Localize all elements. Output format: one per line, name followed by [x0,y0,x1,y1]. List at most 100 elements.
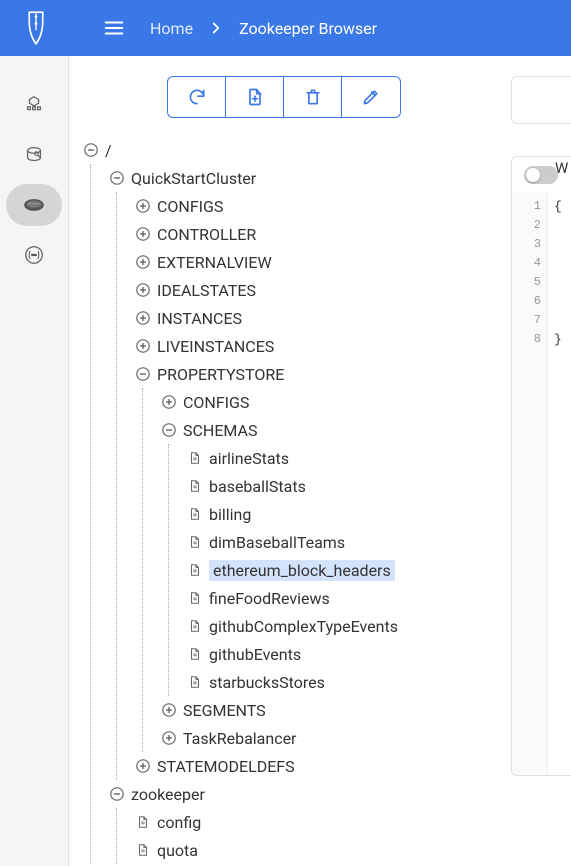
node-label: zookeeper [131,785,205,804]
sidebar-item-swagger[interactable] [6,234,62,276]
detail-panel: 12345678 { } W [499,56,571,866]
sidebar-item-zookeeper[interactable] [6,184,62,226]
collapse-icon[interactable] [107,168,127,188]
tree-node[interactable]: baseballStats [185,472,499,500]
breadcrumb-current: Zookeeper Browser [239,19,377,38]
node-label: githubEvents [209,645,301,664]
sidebar-item-query[interactable] [6,134,62,176]
tree-node[interactable]: INSTANCES [133,304,499,332]
line-number: 6 [512,294,541,313]
code-gutter: 12345678 [512,193,548,775]
code-card: 12345678 { } [511,156,571,776]
expand-icon[interactable] [133,252,153,272]
expand-icon[interactable] [159,728,179,748]
collapse-icon[interactable] [107,784,127,804]
tree-root-node[interactable]: / [81,136,499,164]
tree-node[interactable]: starbucksStores [185,668,499,696]
node-label: starbucksStores [209,673,325,692]
tree-node[interactable]: fineFoodReviews [185,584,499,612]
file-icon [185,588,205,608]
tree-node[interactable]: githubEvents [185,640,499,668]
node-label: STATEMODELDEFS [157,757,295,776]
tree-node[interactable]: airlineStats [185,444,499,472]
tree-node[interactable]: CONTROLLER [133,220,499,248]
partial-label: W [555,159,568,177]
collapse-icon[interactable] [133,364,153,384]
tree-node[interactable]: billing [185,500,499,528]
tree-node[interactable]: quota [133,836,499,864]
file-icon [185,644,205,664]
tree-node[interactable]: CONFIGS [159,388,499,416]
tree-node[interactable]: STATEMODELDEFS [133,752,499,780]
app-logo[interactable] [16,8,56,48]
delete-button[interactable] [284,77,342,117]
file-icon [185,616,205,636]
add-file-button[interactable] [226,77,284,117]
tree-node[interactable]: githubComplexTypeEvents [185,612,499,640]
file-icon [185,476,205,496]
node-label: fineFoodReviews [209,589,330,608]
expand-icon[interactable] [133,756,153,776]
node-label: dimBaseballTeams [209,533,345,552]
node-label: billing [209,505,251,524]
line-number: 1 [512,199,541,218]
code-body: { } [548,193,562,775]
detail-header-card [511,76,571,124]
node-label: quota [157,841,198,860]
tree-node[interactable]: EXTERNALVIEW [133,248,499,276]
node-label: CONFIGS [183,393,249,412]
menu-button[interactable] [96,10,132,46]
tree-node[interactable]: config [133,808,499,836]
collapse-icon[interactable] [81,140,101,160]
line-number: 5 [512,275,541,294]
expand-icon[interactable] [133,196,153,216]
expand-icon[interactable] [159,700,179,720]
tree-node[interactable]: TaskRebalancer [159,724,499,752]
tree-node[interactable]: LIVEINSTANCES [133,332,499,360]
tree-node[interactable]: QuickStartCluster [107,164,499,192]
expand-icon[interactable] [133,224,153,244]
toggle-switch[interactable] [524,166,558,184]
node-label: TaskRebalancer [183,729,296,748]
file-icon [185,448,205,468]
sidebar-item-cluster[interactable] [6,84,62,126]
file-icon [133,812,153,832]
expand-icon[interactable] [133,280,153,300]
line-number: 7 [512,313,541,332]
tree-node[interactable]: SEGMENTS [159,696,499,724]
file-icon [133,840,153,860]
tree-node[interactable]: ethereum_block_headers [185,556,499,584]
sidebar [0,56,68,866]
tree-node[interactable]: PROPERTYSTORE [133,360,499,388]
zk-tree: / QuickStartCluster CONFIGS CONTROLLER EXTER… [69,136,499,864]
node-label: config [157,813,201,832]
node-label: ethereum_block_headers [209,560,395,581]
tree-node[interactable]: IDEALSTATES [133,276,499,304]
line-number: 8 [512,332,541,351]
refresh-button[interactable] [168,77,226,117]
tree-node[interactable]: zookeeper [107,780,499,808]
expand-icon[interactable] [133,336,153,356]
node-label: EXTERNALVIEW [157,253,272,272]
collapse-icon[interactable] [159,420,179,440]
node-label: / [105,141,112,160]
node-label: INSTANCES [157,309,242,328]
file-icon [185,532,205,552]
node-label: LIVEINSTANCES [157,337,274,356]
node-label: CONFIGS [157,197,223,216]
breadcrumb-home[interactable]: Home [150,19,193,38]
node-label: airlineStats [209,449,289,468]
tree-node[interactable]: CONFIGS [133,192,499,220]
expand-icon[interactable] [133,308,153,328]
edit-button[interactable] [342,77,400,117]
tree-node[interactable]: SCHEMAS [159,416,499,444]
node-label: SCHEMAS [183,421,257,440]
node-label: baseballStats [209,477,306,496]
file-icon [185,504,205,524]
expand-icon[interactable] [159,392,179,412]
line-number: 2 [512,218,541,237]
node-label: githubComplexTypeEvents [209,617,398,636]
node-label: QuickStartCluster [131,169,256,188]
node-label: IDEALSTATES [157,281,256,300]
tree-node[interactable]: dimBaseballTeams [185,528,499,556]
